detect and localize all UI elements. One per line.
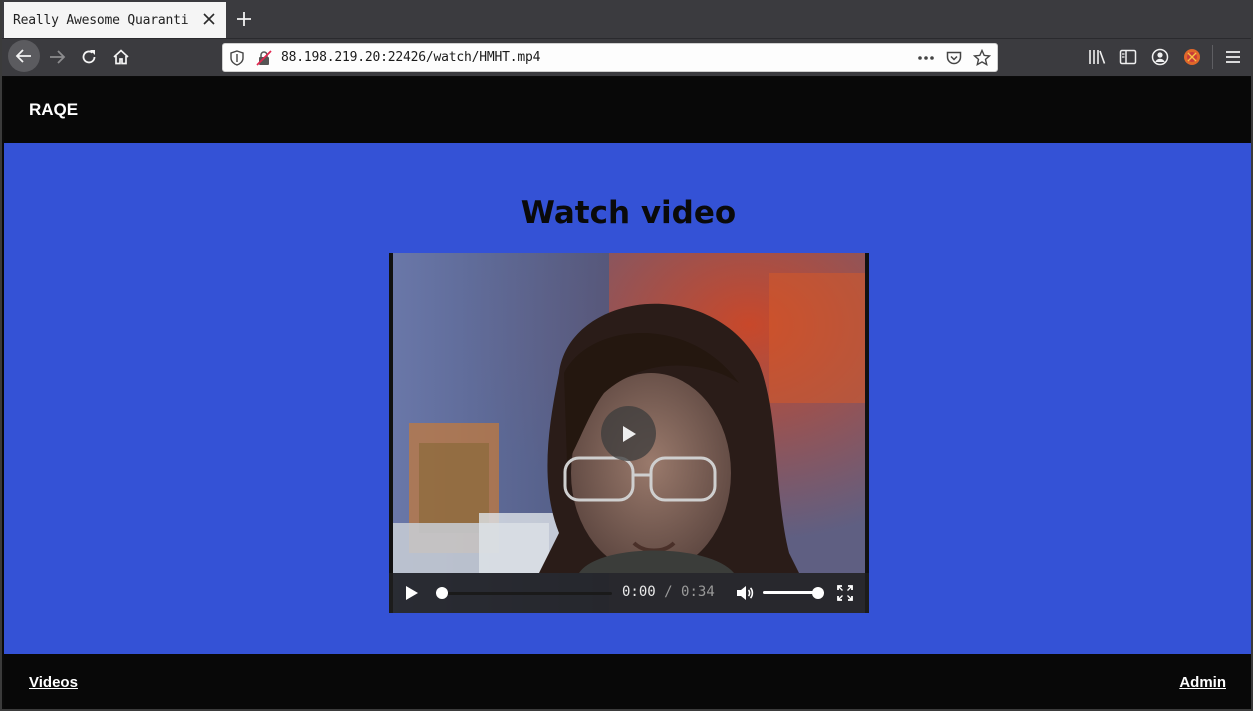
- play-icon[interactable]: [402, 583, 422, 603]
- videos-link[interactable]: Videos: [29, 674, 78, 691]
- site-footer: Videos Admin: [4, 654, 1251, 709]
- big-play-button[interactable]: [601, 406, 656, 461]
- page-title: Watch video: [520, 195, 737, 231]
- volume-track: [763, 591, 819, 594]
- url-text: 88.198.219.20:22426/watch/HMHT.mp4: [281, 50, 541, 65]
- volume-speaker-icon[interactable]: [735, 583, 755, 603]
- site-header: RAQE: [4, 77, 1251, 143]
- fullscreen-icon[interactable]: [835, 583, 855, 603]
- current-time: 0:00: [622, 584, 656, 600]
- main-content: Watch video 0:00 / 0:34: [4, 143, 1251, 654]
- seek-track: [436, 592, 612, 595]
- star-icon[interactable]: [973, 49, 991, 67]
- video-player[interactable]: 0:00 / 0:34: [389, 253, 869, 613]
- tracking-shield-icon[interactable]: [228, 49, 246, 67]
- seek-slider[interactable]: [436, 587, 612, 599]
- library-icon[interactable]: [1084, 43, 1110, 71]
- close-icon[interactable]: [200, 10, 218, 28]
- time-display: 0:00 / 0:34: [622, 584, 715, 600]
- brand-logo-link[interactable]: RAQE: [29, 100, 78, 120]
- pocket-icon[interactable]: [945, 49, 963, 67]
- insecure-lock-icon[interactable]: [255, 49, 273, 67]
- sidebar-icon[interactable]: [1115, 43, 1141, 71]
- toolbar-separator: [1212, 45, 1213, 69]
- new-tab-plus-icon[interactable]: [232, 8, 256, 30]
- video-controls: 0:00 / 0:34: [389, 573, 869, 613]
- seek-thumb[interactable]: [436, 587, 448, 599]
- forward-arrow-icon[interactable]: [42, 42, 72, 72]
- browser-window: Really Awesome Quaranti 88.198.219.20:22…: [0, 0, 1253, 711]
- home-icon[interactable]: [106, 42, 136, 72]
- web-page: RAQE Watch video 0:00 / 0:34 Videos Admi…: [4, 77, 1251, 709]
- extension-icon[interactable]: [1179, 43, 1205, 71]
- admin-link[interactable]: Admin: [1179, 674, 1226, 691]
- back-arrow-icon[interactable]: [8, 40, 40, 72]
- address-bar[interactable]: 88.198.219.20:22426/watch/HMHT.mp4: [222, 43, 998, 72]
- duration: 0:34: [681, 584, 715, 600]
- navigation-toolbar: 88.198.219.20:22426/watch/HMHT.mp4: [2, 38, 1251, 76]
- volume-thumb[interactable]: [812, 587, 824, 599]
- more-dots-icon[interactable]: [917, 49, 935, 67]
- account-icon[interactable]: [1147, 43, 1173, 71]
- tab-title: Really Awesome Quaranti: [13, 12, 189, 28]
- hamburger-menu-icon[interactable]: [1220, 43, 1246, 71]
- browser-tab[interactable]: Really Awesome Quaranti: [4, 2, 226, 38]
- reload-icon[interactable]: [74, 42, 104, 72]
- time-separator: /: [664, 584, 673, 600]
- volume-slider[interactable]: [763, 587, 824, 599]
- tab-bar: Really Awesome Quaranti: [2, 0, 1251, 38]
